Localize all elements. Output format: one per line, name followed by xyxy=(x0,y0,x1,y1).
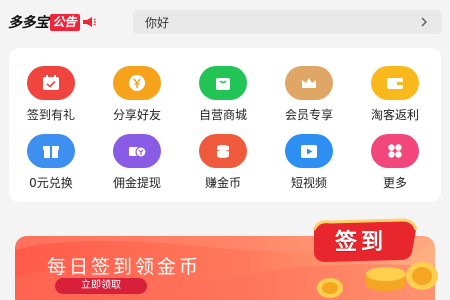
menu-label: 自营商城 xyxy=(198,108,247,122)
more-grid-icon xyxy=(371,134,419,168)
menu-item-share[interactable]: 分享好友 xyxy=(97,66,177,128)
notice-bar: 多多宝 公告 你好 xyxy=(0,0,450,44)
brand-logo: 多多宝 公告 xyxy=(8,12,96,32)
menu-label: 签到有礼 xyxy=(26,108,75,122)
menu-label: 赚金币 xyxy=(204,176,241,190)
menu-label: 0元兑换 xyxy=(29,176,73,190)
notice-tag: 公告 xyxy=(49,13,80,31)
menu-label: 分享好友 xyxy=(112,108,161,122)
menu-item-mall[interactable]: 自营商城 xyxy=(183,66,263,128)
menu-item-withdraw[interactable]: 佣金提现 xyxy=(97,134,177,196)
wallet-icon xyxy=(371,66,419,100)
brand-name: 多多宝 xyxy=(8,15,49,31)
menu-label: 短视频 xyxy=(290,176,327,190)
menu-label: 佣金提现 xyxy=(112,176,161,190)
shopping-bag-icon xyxy=(199,66,247,100)
menu-label: 淘客返利 xyxy=(370,108,419,122)
menu-label: 会员专享 xyxy=(284,108,333,122)
menu-item-checkin[interactable]: 签到有礼 xyxy=(11,66,91,128)
menu-item-rebate[interactable]: 淘客返利 xyxy=(355,66,435,128)
banner-title: 每日签到领金币 xyxy=(47,256,202,278)
cash-withdraw-icon xyxy=(113,134,161,168)
menu-item-earn-coins[interactable]: 赚金币 xyxy=(183,134,263,196)
calendar-icon xyxy=(27,66,75,100)
gift-icon xyxy=(27,134,75,168)
claim-now-button[interactable]: 立即领取 xyxy=(55,278,147,294)
menu-item-more[interactable]: 更多 xyxy=(355,134,435,196)
menu-item-short-video[interactable]: 短视频 xyxy=(269,134,349,196)
coin-stack-icon xyxy=(199,134,247,168)
menu-item-vip[interactable]: 会员专享 xyxy=(269,66,349,128)
menu-grid: 签到有礼 分享好友 自营商城 会员专享 淘客返利 0元兑换 佣金提现 赚金币 短… xyxy=(9,48,441,202)
menu-label: 更多 xyxy=(382,176,407,190)
menu-item-zero-exchange[interactable]: 0元兑换 xyxy=(11,134,91,196)
badge-label: 签到 xyxy=(334,230,387,255)
yen-coin-icon xyxy=(113,66,161,100)
megaphone-icon xyxy=(82,17,96,27)
crown-icon xyxy=(285,66,333,100)
chevron-right-icon xyxy=(421,17,427,27)
video-icon xyxy=(285,134,333,168)
notice-message[interactable]: 你好 xyxy=(133,10,442,34)
notice-text: 你好 xyxy=(145,15,170,30)
